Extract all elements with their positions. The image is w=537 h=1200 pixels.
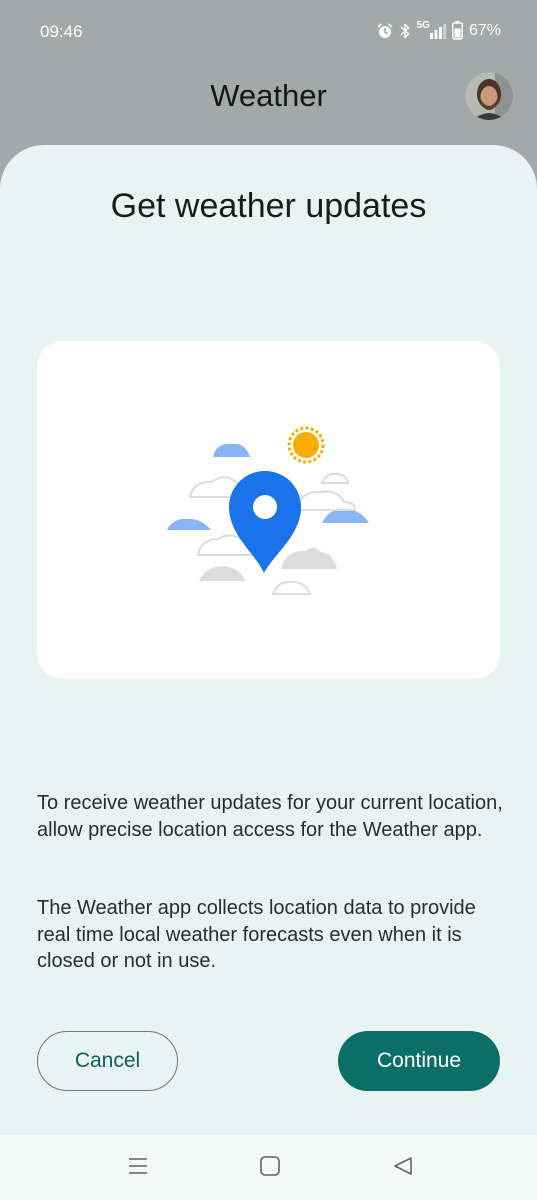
system-nav-bar <box>0 1135 537 1200</box>
network-label: 5G <box>416 20 430 31</box>
cloud-icon <box>271 580 312 595</box>
app-header: Weather <box>0 64 537 144</box>
bluetooth-icon <box>399 22 411 40</box>
description-location-access: To receive weather updates for your curr… <box>37 792 503 841</box>
permission-sheet: Get weather updates To receive weather u… <box>0 145 537 1135</box>
signal-icon: 5G <box>416 20 446 39</box>
cloud-icon <box>322 508 369 523</box>
back-icon[interactable] <box>392 1155 414 1177</box>
status-icons: 5G 67% <box>377 20 501 40</box>
location-weather-illustration <box>167 426 369 595</box>
battery-icon <box>452 21 463 40</box>
description-data-collection: The Weather app collects location data t… <box>37 897 476 972</box>
app-title: Weather <box>210 78 327 113</box>
alarm-icon <box>377 23 393 39</box>
cloud-icon <box>281 547 337 569</box>
battery-percent: 67% <box>468 21 501 39</box>
illustration-card <box>37 341 500 679</box>
cancel-button[interactable]: Cancel <box>37 1031 178 1091</box>
status-bar: 09:46 5G 67% <box>0 0 537 64</box>
status-time: 09:46 <box>40 22 83 41</box>
avatar[interactable] <box>465 72 513 120</box>
home-icon[interactable] <box>259 1155 281 1177</box>
cloud-icon <box>295 490 357 511</box>
cloud-icon <box>199 566 246 581</box>
recents-icon[interactable] <box>127 1155 149 1177</box>
sheet-title: Get weather updates <box>110 187 427 225</box>
cloud-icon <box>213 443 250 457</box>
cloud-icon <box>320 472 350 484</box>
continue-button[interactable]: Continue <box>338 1031 500 1091</box>
cloud-icon <box>167 518 211 530</box>
sun-icon <box>287 426 325 464</box>
